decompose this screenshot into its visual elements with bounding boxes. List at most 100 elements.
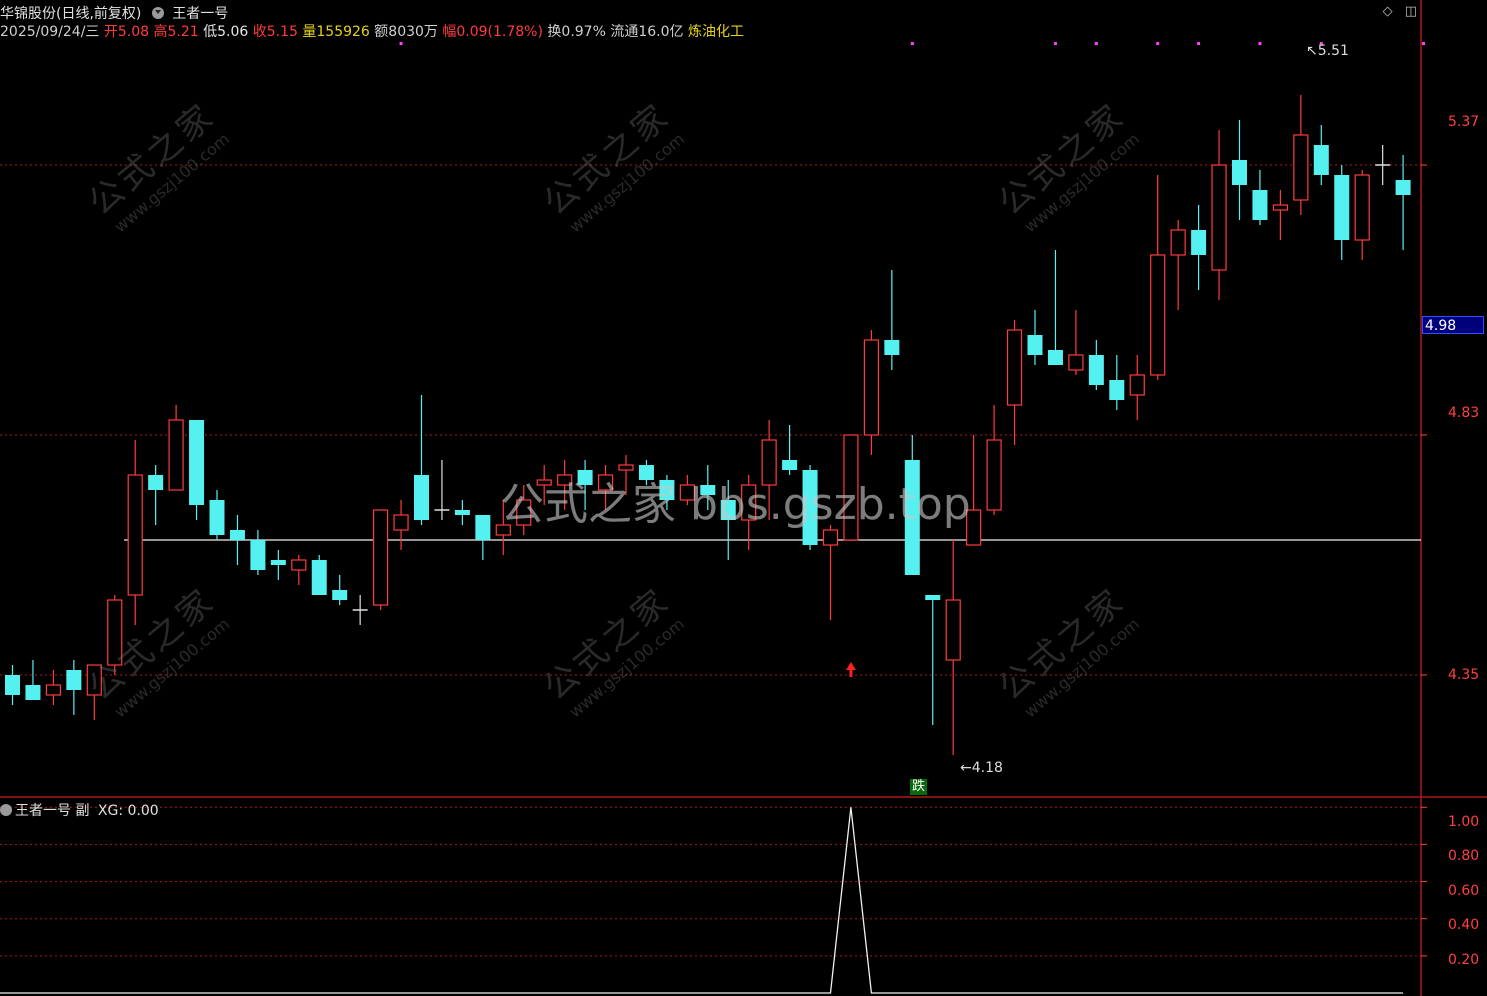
candle-body <box>1232 160 1247 185</box>
dropdown-icon[interactable] <box>0 804 12 816</box>
candle-body <box>1068 354 1084 371</box>
sub-tick: 0.40 <box>1448 917 1480 933</box>
candle-body <box>1293 134 1309 201</box>
candle-body <box>1047 350 1063 365</box>
candle-body <box>168 419 184 491</box>
price-tick: 5.37 <box>1448 114 1480 130</box>
quote-info-bar: 2025/09/24/三 开5.08 高5.21 低5.06 收5.15 量15… <box>0 21 744 40</box>
turnover-label: 换 <box>547 24 562 40</box>
signal-marker <box>1156 42 1160 45</box>
candle-body <box>148 475 164 490</box>
candle-body <box>945 599 961 661</box>
low-value: 5.06 <box>217 24 249 40</box>
candle-body <box>25 685 41 700</box>
candle-body <box>127 474 143 596</box>
sub-panel-title: 王者一号 副 XG: 0.00 <box>0 800 159 820</box>
candle-body <box>1109 380 1125 400</box>
sector-label[interactable]: 炼油化工 <box>688 24 744 40</box>
stock-title[interactable]: 华锦股份(日线,前复权) <box>0 6 141 22</box>
sub-indicator-name[interactable]: 王者一号 副 <box>15 803 89 819</box>
candle-body <box>250 540 266 570</box>
candle-body <box>1252 190 1268 220</box>
dropdown-icon[interactable] <box>151 7 164 19</box>
toolbar-icons: ◇ ◫ <box>1375 4 1417 19</box>
candle-body <box>454 510 470 515</box>
candle-body <box>822 529 839 546</box>
high-marker-label: ↖5.51 <box>1306 43 1349 59</box>
sub-tick: 0.60 <box>1448 883 1480 899</box>
candle-body <box>475 515 491 540</box>
signal-marker <box>1053 42 1057 45</box>
current-price-tag: 4.98 <box>1422 316 1484 334</box>
amount-label: 额 <box>374 24 389 40</box>
candle-body <box>332 590 348 600</box>
low-marker-label: ←4.18 <box>960 760 1003 776</box>
xg-line <box>0 807 1404 994</box>
candle-body <box>270 560 286 565</box>
candle-body <box>1354 174 1370 241</box>
candle-body <box>1150 254 1166 376</box>
indicator-name[interactable]: 王者一号 <box>172 6 228 22</box>
price-tick: 4.83 <box>1448 405 1480 421</box>
kline-chart[interactable] <box>0 0 1487 798</box>
float-label: 流通 <box>610 24 639 40</box>
candle-body <box>1334 175 1350 240</box>
sub-tick: 0.20 <box>1448 952 1480 968</box>
fall-badge: 跌 <box>910 779 928 795</box>
signal-marker <box>399 42 403 45</box>
signal-marker <box>910 42 914 45</box>
xg-label: XG: <box>97 803 124 819</box>
volume-label: 量 <box>302 24 317 40</box>
sub-tick: 0.80 <box>1448 848 1480 864</box>
volume-value: 155926 <box>316 24 370 40</box>
high-marker-value: 5.51 <box>1317 43 1349 59</box>
sub-tick: 1.00 <box>1448 814 1480 830</box>
indicator-chart[interactable] <box>0 798 1487 996</box>
signal-marker <box>1422 42 1426 45</box>
candle-body <box>393 514 409 531</box>
turnover-value: 0.97% <box>561 24 606 40</box>
signal-marker <box>1258 42 1262 45</box>
watermark-text: 公式之家 bbs.gszb.top <box>500 479 971 530</box>
candle-body <box>863 339 880 436</box>
close-value: 5.15 <box>266 24 298 40</box>
up-arrow-icon <box>845 662 856 677</box>
close-label: 收 <box>252 24 267 40</box>
candle-body <box>1191 230 1207 255</box>
candle-body <box>884 340 900 355</box>
high-label: 高 <box>153 24 168 40</box>
candle-body <box>1272 204 1289 211</box>
candle-body <box>414 475 429 520</box>
candle-body <box>291 559 307 571</box>
open-value: 5.08 <box>117 24 150 40</box>
candle-body <box>986 439 1002 511</box>
chart-title-bar: 华锦股份(日线,前复权) 王者一号 <box>0 3 228 22</box>
candle-body <box>1313 145 1329 175</box>
open-label: 开 <box>103 24 118 40</box>
xg-value: 0.00 <box>127 803 159 819</box>
signal-marker <box>1094 42 1098 45</box>
candle-body <box>925 595 941 600</box>
candle-body <box>45 684 62 696</box>
diamond-icon[interactable]: ◇ <box>1383 4 1393 19</box>
candle-body <box>209 500 225 535</box>
candle-body <box>1006 329 1023 406</box>
candle-body <box>1129 374 1145 396</box>
candle-body <box>229 530 245 540</box>
candle-body <box>1170 229 1186 256</box>
signal-marker <box>1197 42 1201 45</box>
window-icon[interactable]: ◫ <box>1405 4 1417 19</box>
high-value: 5.21 <box>167 24 199 40</box>
candle-body <box>1088 355 1104 385</box>
change-label: 幅 <box>442 24 457 40</box>
candle-body <box>373 509 389 606</box>
candle-body <box>1027 335 1043 355</box>
candle-body <box>1395 180 1411 195</box>
price-tick: 4.35 <box>1448 667 1480 683</box>
candle-body <box>1211 164 1227 271</box>
date-value: 2025/09/24/三 <box>0 24 100 40</box>
low-label: 低 <box>203 24 218 40</box>
candle-body <box>5 675 20 695</box>
candle-body <box>311 560 327 595</box>
change-value: 0.09(1.78%) <box>456 24 543 40</box>
